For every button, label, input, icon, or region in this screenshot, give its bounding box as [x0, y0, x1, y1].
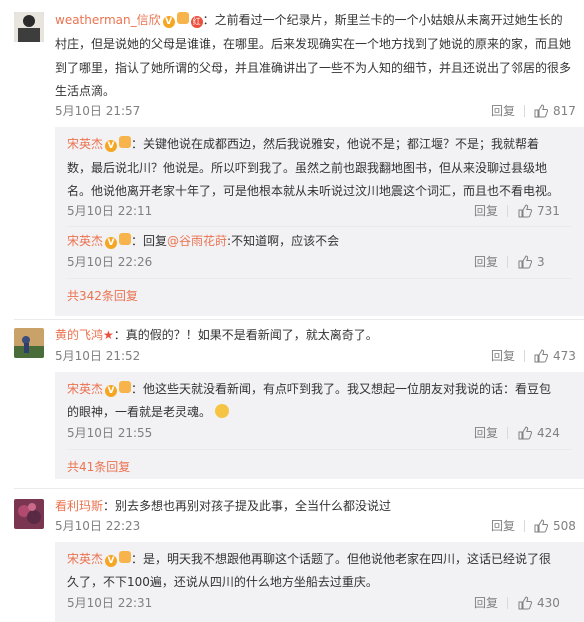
- reply-username[interactable]: 宋英杰: [67, 234, 103, 248]
- reply-button[interactable]: 回复: [491, 518, 515, 534]
- comment-line: 到了哪里，指认了她所谓的父母，并且准确讲出了一些不为人知的细节，并且还说出了邻居…: [55, 61, 572, 75]
- member-badge-icon: [119, 551, 132, 563]
- comment-username[interactable]: 看利玛斯: [55, 499, 103, 513]
- thumbs-up-icon: [518, 596, 532, 610]
- member-badge-icon: [176, 12, 189, 24]
- mention-link[interactable]: @谷雨花莳: [167, 234, 227, 248]
- comment-time: 5月10日 22:23: [55, 519, 141, 533]
- comment-line: 生活点滴。: [55, 84, 116, 98]
- like-button[interactable]: 473: [534, 348, 576, 364]
- comment-username[interactable]: weatherman_信欣: [55, 13, 161, 27]
- reply-text: ：回复: [131, 234, 168, 248]
- reply-button[interactable]: 回复: [474, 425, 498, 441]
- like-count: 817: [553, 104, 576, 118]
- avatar[interactable]: [14, 499, 44, 529]
- reply-line: 宋英杰 V ：是，明天我不想跟他再聊这个话题了。但他说他老家在四川，这话已经说了很: [67, 550, 551, 569]
- reply-button[interactable]: 回复: [474, 595, 498, 611]
- avatar[interactable]: [14, 12, 44, 42]
- verified-v-icon: V: [105, 385, 118, 397]
- reply-line: 的眼神，一看就是老灵魂。: [67, 403, 229, 422]
- reply-text: ：是，明天我不想跟他再聊这个话题了。但他说他老家在四川，这话已经说了很: [131, 552, 552, 566]
- avatar[interactable]: [14, 328, 44, 358]
- reply-line: 宋英杰 V ：他这些天就没看新闻，有点吓到我了。我又想起一位朋友对我说的话：看豆包: [67, 380, 551, 399]
- reply-button[interactable]: 回复: [491, 348, 515, 364]
- reply-line: 宋英杰 V ：关键他说在成都西边，然后我说雅安，他说不是；都江堰？不是；我就帮着: [67, 135, 539, 154]
- member-badge-icon: [119, 233, 132, 245]
- reply-time: 5月10日 21:55: [67, 426, 153, 440]
- reply-time: 5月10日 22:11: [67, 204, 153, 218]
- thumbs-up-icon: [518, 255, 532, 269]
- comment-separator: [14, 319, 584, 320]
- divider: [524, 520, 525, 532]
- reply-text: ：他这些天就没看新闻，有点吓到我了。我又想起一位朋友对我说的话：看豆包: [131, 382, 552, 396]
- comment-line: 看利玛斯：别去多想也再别对孩子提及此事，全当什么都没说过: [55, 497, 391, 516]
- reply-text: :不知道啊，应该不会: [227, 234, 340, 248]
- comment-text: ：真的假的？！如果不是看新闻了，就太离奇了。: [113, 328, 378, 342]
- thumbs-up-icon: [534, 519, 548, 533]
- comment-time: 5月10日 21:52: [55, 349, 141, 363]
- reply-time: 5月10日 22:31: [67, 596, 153, 610]
- reply-separator: [67, 449, 572, 450]
- reply-time: 5月10日 22:26: [67, 255, 153, 269]
- comment-text: ：别去多想也再别对孩子提及此事，全当什么都没说过: [103, 499, 392, 513]
- divider: [507, 256, 508, 268]
- reply-line: 宋英杰 V ：回复@谷雨花莳:不知道啊，应该不会: [67, 232, 339, 251]
- member-badge-icon: [119, 381, 132, 393]
- thumbs-up-icon: [534, 104, 548, 118]
- reply-username[interactable]: 宋英杰: [67, 137, 103, 151]
- divider: [507, 205, 508, 217]
- reply-text: ：关键他说在成都西边，然后我说雅安，他说不是；都江堰？不是；我就帮着: [131, 137, 540, 151]
- red-badge-icon: 红: [190, 16, 203, 28]
- verified-v-icon: V: [105, 140, 118, 152]
- like-button[interactable]: 817: [534, 103, 576, 119]
- more-replies-link[interactable]: 共41条回复: [67, 459, 130, 475]
- reply-button[interactable]: 回复: [474, 203, 498, 219]
- like-button[interactable]: 508: [534, 518, 576, 534]
- like-count: 424: [537, 426, 560, 440]
- star-icon: ★: [103, 328, 114, 342]
- verified-v-icon: V: [105, 237, 118, 249]
- more-replies-link[interactable]: 共342条回复: [67, 288, 138, 304]
- like-count: 473: [553, 349, 576, 363]
- reply-button[interactable]: 回复: [474, 254, 498, 270]
- like-count: 3: [537, 255, 545, 269]
- thumbs-up-icon: [518, 426, 532, 440]
- reply-separator: [67, 226, 572, 227]
- divider: [524, 105, 525, 117]
- reply-text: 的眼神，一看就是老灵魂。: [67, 405, 212, 419]
- divider: [507, 427, 508, 439]
- like-button[interactable]: 430: [518, 595, 560, 611]
- reply-line: 数，最后说北川？他说是。所以吓到我了。虽然之前也跟我翻地图书，但从来没聊过县级地: [67, 161, 548, 175]
- comment-separator: [14, 488, 584, 489]
- reply-button[interactable]: 回复: [491, 103, 515, 119]
- reply-line: 名。他说他离开老家十年了，可是他根本就从未听说过汶川地震这个词汇，而且也不看电视…: [67, 184, 560, 198]
- like-count: 508: [553, 519, 576, 533]
- verified-v-icon: V: [162, 16, 175, 28]
- user-avatar-image: [14, 328, 44, 358]
- like-button[interactable]: 424: [518, 425, 560, 441]
- comment-text: ：之前看过一个纪录片，斯里兰卡的一个小姑娘从未离开过她生长的: [202, 13, 563, 27]
- user-avatar-image: [14, 12, 44, 42]
- reply-username[interactable]: 宋英杰: [67, 382, 103, 396]
- comment-line: weatherman_信欣 V 红：之前看过一个纪录片，斯里兰卡的一个小姑娘从未离开…: [55, 11, 563, 30]
- comment-line: 黄的飞鸿★：真的假的？！如果不是看新闻了，就太离奇了。: [55, 326, 378, 345]
- reply-line: 久了，不下100遍，还说从四川的什么地方坐船去过重庆。: [67, 575, 378, 589]
- divider: [524, 350, 525, 362]
- like-count: 430: [537, 596, 560, 610]
- face-emoji-icon: [214, 404, 229, 418]
- member-badge-icon: [119, 136, 132, 148]
- like-button[interactable]: 3: [518, 254, 545, 270]
- like-count: 731: [537, 204, 560, 218]
- like-button[interactable]: 731: [518, 203, 560, 219]
- comment-username[interactable]: 黄的飞鸿: [55, 328, 103, 342]
- thumbs-up-icon: [518, 204, 532, 218]
- divider: [507, 597, 508, 609]
- verified-v-icon: V: [105, 555, 118, 567]
- comment-time: 5月10日 21:57: [55, 104, 141, 118]
- user-avatar-image: [14, 499, 44, 529]
- reply-separator: [67, 278, 572, 279]
- comment-line: 村庄，但是说她的父母是谁谁，在哪里。后来发现确实在一个地方找到了她说的原来的家，…: [55, 37, 572, 51]
- thumbs-up-icon: [534, 349, 548, 363]
- reply-username[interactable]: 宋英杰: [67, 552, 103, 566]
